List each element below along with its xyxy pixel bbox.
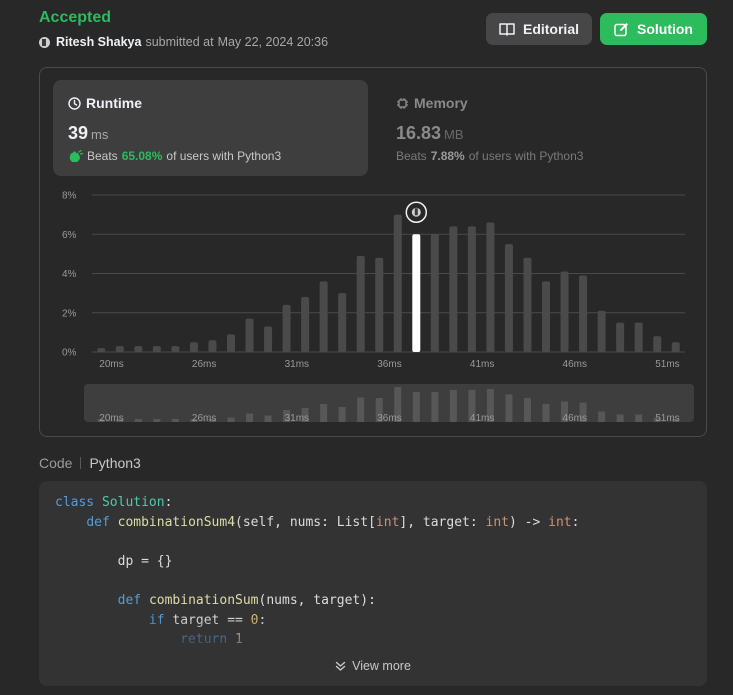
editorial-button[interactable]: Editorial — [486, 13, 592, 45]
code-language: Python3 — [89, 455, 141, 471]
chart-bar[interactable] — [449, 226, 458, 352]
overview-tick-label: 36ms — [377, 413, 401, 424]
chart-bar[interactable] — [375, 257, 384, 352]
view-more-label: View more — [352, 659, 411, 673]
overview-bar — [171, 419, 179, 422]
overview-bar — [153, 419, 161, 422]
submitted-label: submitted at — [145, 35, 214, 49]
overview-bar — [616, 414, 624, 422]
editorial-label: Editorial — [522, 21, 579, 37]
overview-bar — [357, 397, 365, 422]
overview-bar — [542, 404, 550, 422]
overview-tick-label: 31ms — [285, 413, 309, 424]
overview-bar — [635, 414, 643, 422]
overview-bar — [264, 415, 272, 422]
x-tick-label: 26ms — [192, 359, 216, 370]
book-icon — [499, 23, 515, 36]
submission-status: Accepted — [39, 9, 112, 26]
chart-bar[interactable] — [523, 257, 532, 352]
chart-bar[interactable] — [97, 348, 106, 352]
chart-bar[interactable] — [467, 226, 476, 352]
chart-bar[interactable] — [115, 346, 124, 352]
overview-tick-label: 46ms — [563, 413, 587, 424]
chart-bar[interactable] — [152, 346, 161, 352]
performance-panel: Runtime 39 ms Beats 65.08% of users with … — [39, 67, 707, 437]
y-tick-label: 2% — [62, 308, 77, 319]
overview-bar — [227, 417, 235, 422]
chart-bar[interactable] — [579, 275, 588, 352]
overview-bar — [598, 411, 606, 422]
chart-bar[interactable] — [653, 336, 662, 352]
chart-bar[interactable] — [171, 346, 180, 352]
overview-bar — [246, 413, 254, 422]
chart-bar[interactable] — [560, 271, 569, 352]
submission-info: Ritesh Shakya submitted at May 22, 2024 … — [39, 35, 328, 49]
overview-bar — [431, 392, 439, 422]
overview-bar — [412, 392, 420, 422]
overview-bar — [449, 390, 457, 422]
chart-bar[interactable] — [319, 281, 328, 352]
chart-bar[interactable] — [226, 334, 235, 352]
chart-bar[interactable] — [393, 214, 402, 352]
chart-bar[interactable] — [356, 255, 365, 352]
chart-bar[interactable] — [504, 244, 513, 352]
chart-bar[interactable] — [264, 326, 273, 352]
overview-bar — [505, 394, 513, 422]
chart-bar[interactable] — [208, 340, 217, 352]
username-link[interactable]: Ritesh Shakya — [56, 35, 141, 49]
your-submission-marker — [405, 201, 428, 223]
chart-bar[interactable] — [430, 234, 439, 352]
chart-bar[interactable] — [597, 310, 606, 352]
overview-bar — [134, 419, 142, 422]
chart-bar[interactable] — [189, 342, 198, 352]
x-tick-label: 51ms — [655, 359, 679, 370]
chart-bar[interactable] — [671, 342, 680, 352]
overview-bar — [320, 404, 328, 422]
overview-tick-label: 41ms — [470, 413, 494, 424]
x-tick-label: 41ms — [470, 359, 494, 370]
x-tick-label: 36ms — [377, 359, 401, 370]
chart-bar[interactable] — [134, 346, 143, 352]
chart-bar[interactable] — [338, 293, 347, 352]
solution-button[interactable]: Solution — [600, 13, 707, 45]
code-label: Code — [39, 455, 73, 471]
code-fade-overlay — [39, 616, 707, 686]
view-more-button[interactable]: View more — [39, 659, 707, 673]
runtime-distribution-chart[interactable]: 8% 6% 4% 2% 0% 20ms 26ms 31ms 36ms 41ms 46ms 51ms 20… — [40, 68, 708, 438]
chart-bar[interactable] — [616, 322, 625, 352]
y-tick-label: 8% — [62, 191, 77, 202]
code-header: Code Python3 — [39, 455, 141, 471]
chart-bar-highlight[interactable] — [412, 234, 421, 352]
avatar[interactable] — [39, 36, 50, 48]
overview-bar — [338, 407, 346, 422]
overview-tick-label: 20ms — [99, 413, 123, 424]
overview-tick-label: 26ms — [192, 413, 216, 424]
chart-bar[interactable] — [245, 318, 254, 352]
overview-bar — [523, 398, 531, 422]
chart-bar[interactable] — [542, 281, 551, 352]
chevrons-down-icon — [335, 661, 346, 671]
x-tick-label: 31ms — [285, 359, 309, 370]
x-tick-label: 20ms — [99, 359, 123, 370]
solution-label: Solution — [637, 21, 693, 37]
x-tick-label: 46ms — [563, 359, 587, 370]
chart-bar[interactable] — [486, 222, 495, 352]
chart-bar[interactable] — [301, 297, 310, 352]
y-tick-label: 6% — [62, 230, 77, 241]
chart-bar[interactable] — [634, 322, 643, 352]
code-viewer[interactable]: class Solution: def combinationSum4(self… — [39, 481, 707, 686]
chart-bar[interactable] — [282, 304, 291, 352]
submission-timestamp: May 22, 2024 20:36 — [217, 35, 329, 49]
y-tick-label: 0% — [62, 348, 77, 359]
overview-tick-label: 51ms — [655, 413, 679, 424]
edit-icon — [614, 22, 628, 36]
divider — [80, 457, 82, 469]
y-tick-label: 4% — [62, 269, 77, 280]
